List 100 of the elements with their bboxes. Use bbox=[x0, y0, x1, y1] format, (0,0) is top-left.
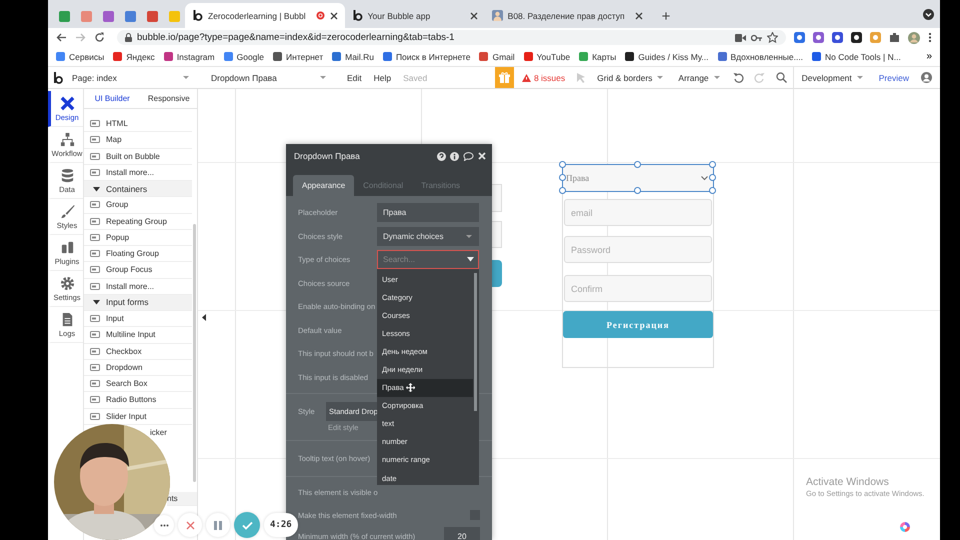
element-item[interactable]: Multiline Input bbox=[84, 327, 192, 344]
new-tab-button[interactable]: + bbox=[654, 4, 678, 28]
element-item[interactable]: Popup bbox=[84, 230, 192, 246]
star-icon[interactable] bbox=[767, 32, 778, 43]
element-icon bbox=[90, 232, 100, 242]
element-item[interactable]: HTML bbox=[84, 116, 192, 132]
element-item[interactable]: Floating Group bbox=[84, 246, 192, 262]
search-dropdown-field[interactable]: Search... bbox=[377, 250, 479, 270]
category-header[interactable]: nts bbox=[167, 492, 197, 506]
dropdown-field[interactable]: Dynamic choices bbox=[377, 226, 479, 246]
panel-title: Dropdown Права bbox=[294, 151, 361, 161]
bookmark[interactable]: Mail.Ru bbox=[332, 52, 374, 62]
caret-icon bbox=[319, 74, 327, 81]
number-field[interactable]: 20 bbox=[444, 526, 480, 540]
more-bookmarks-button[interactable]: » bbox=[926, 51, 932, 62]
address-field[interactable]: bubble.io/page?type=page&name=index&id=zerocoderlearning&tab=tabs-1 bbox=[117, 30, 786, 45]
chevron-down-icon bbox=[701, 176, 708, 180]
bookmark[interactable]: Интернет bbox=[273, 52, 324, 62]
search-icon[interactable] bbox=[776, 72, 787, 83]
element-item[interactable]: Group bbox=[84, 197, 192, 214]
element-icon bbox=[90, 282, 100, 291]
issues-button[interactable]: 8 issues bbox=[514, 72, 574, 82]
bookmark[interactable]: Поиск в Интернете bbox=[382, 52, 470, 62]
bookmark[interactable]: YouTube bbox=[524, 52, 570, 62]
bookmark[interactable]: Сервисы bbox=[56, 52, 104, 62]
element-item[interactable]: Repeating Group bbox=[84, 214, 192, 230]
grid-dropdown[interactable]: Grid & borders bbox=[590, 72, 672, 82]
bookmark[interactable]: No Code Tools | N... bbox=[812, 52, 901, 62]
element-icon bbox=[90, 412, 100, 421]
browser-tab[interactable]: B08. Разделение прав доступ bbox=[484, 3, 650, 28]
element-icon bbox=[90, 395, 100, 404]
element-item[interactable]: Checkbox bbox=[84, 344, 192, 360]
bookmark[interactable]: Instagram bbox=[164, 52, 215, 62]
scrollbar-thumb[interactable] bbox=[474, 273, 477, 411]
element-select[interactable]: Dropdown Права bbox=[207, 68, 333, 86]
panel-tab[interactable]: Appearance bbox=[293, 175, 354, 196]
extension-icon[interactable] bbox=[851, 32, 862, 43]
menu-button[interactable]: Edit bbox=[341, 72, 368, 82]
text-field[interactable]: Права bbox=[377, 203, 479, 222]
cross-icon bbox=[60, 96, 74, 110]
avatar-icon[interactable] bbox=[921, 72, 932, 83]
plug-icon bbox=[60, 240, 74, 254]
camera-icon[interactable] bbox=[735, 34, 746, 42]
input-field[interactable]: Password bbox=[564, 236, 712, 263]
input-field[interactable]: Confirm bbox=[564, 275, 712, 302]
element-icon bbox=[90, 135, 100, 144]
comment-icon[interactable] bbox=[463, 152, 474, 160]
element-item[interactable]: Search Box bbox=[84, 376, 192, 392]
element-icon bbox=[90, 346, 100, 356]
extension-icon[interactable] bbox=[832, 32, 843, 43]
element-item[interactable]: Dropdown bbox=[84, 360, 192, 376]
caret-icon bbox=[856, 74, 864, 81]
more-icon bbox=[160, 524, 168, 526]
browser-tab[interactable]: Zerocoderlearning | Bubbl bbox=[185, 3, 345, 28]
resize-handle[interactable] bbox=[634, 187, 641, 194]
category-header[interactable]: Containers bbox=[84, 181, 192, 198]
bookmark[interactable]: Карты bbox=[579, 52, 616, 62]
close-icon[interactable] bbox=[634, 12, 643, 20]
input-field[interactable]: email bbox=[564, 199, 712, 226]
palette-tab[interactable]: UI Builder bbox=[84, 89, 140, 108]
avatar-icon[interactable] bbox=[908, 32, 920, 44]
menu-icon[interactable] bbox=[928, 32, 932, 43]
key-icon[interactable] bbox=[751, 34, 762, 42]
bookmark[interactable]: Вдохновленные.... bbox=[718, 52, 804, 62]
palette-tab[interactable]: Responsive bbox=[140, 89, 197, 108]
lock-icon bbox=[125, 33, 132, 42]
reload-icon[interactable] bbox=[94, 32, 105, 43]
menu-button[interactable]: Help bbox=[368, 72, 398, 82]
element-item[interactable]: Radio Buttons bbox=[84, 392, 192, 408]
resize-handle[interactable] bbox=[634, 161, 641, 168]
puzzle-icon[interactable] bbox=[889, 32, 900, 43]
chevron-down-icon[interactable] bbox=[923, 8, 934, 20]
app-icon[interactable] bbox=[899, 521, 911, 533]
gift-button[interactable] bbox=[494, 67, 514, 88]
category-header[interactable]: Input forms bbox=[84, 294, 192, 311]
bookmark[interactable]: Яндекс bbox=[113, 52, 155, 62]
page-select[interactable]: Page: index bbox=[68, 68, 196, 86]
undo-icon[interactable] bbox=[732, 72, 744, 83]
close-icon[interactable] bbox=[470, 12, 478, 20]
collapse-icon[interactable] bbox=[202, 314, 206, 321]
arrange-dropdown[interactable]: Arrange bbox=[671, 72, 728, 82]
warning-icon bbox=[522, 74, 531, 82]
element-icon bbox=[90, 119, 100, 128]
back-icon[interactable] bbox=[56, 32, 67, 43]
browser-tab[interactable]: Your Bubble app bbox=[344, 3, 485, 28]
bookmark[interactable]: Google bbox=[224, 52, 264, 62]
element-item[interactable]: Map bbox=[84, 132, 192, 148]
element-item[interactable]: Group Focus bbox=[84, 262, 192, 278]
mode-dropdown[interactable]: Development bbox=[794, 72, 871, 82]
close-icon[interactable] bbox=[330, 12, 338, 20]
help-icon[interactable] bbox=[437, 152, 446, 160]
element-item[interactable]: Input bbox=[84, 311, 192, 328]
element-item[interactable]: Built on Bubble bbox=[84, 148, 192, 165]
caret-icon bbox=[712, 74, 721, 81]
element-item[interactable]: icker bbox=[150, 428, 167, 438]
preview-link[interactable]: Preview bbox=[870, 72, 917, 82]
bookmark[interactable]: Guides / Kiss My... bbox=[625, 52, 709, 62]
forward-icon[interactable] bbox=[75, 32, 86, 43]
bookmark[interactable]: Gmail bbox=[479, 52, 515, 62]
info-icon[interactable] bbox=[450, 152, 459, 160]
